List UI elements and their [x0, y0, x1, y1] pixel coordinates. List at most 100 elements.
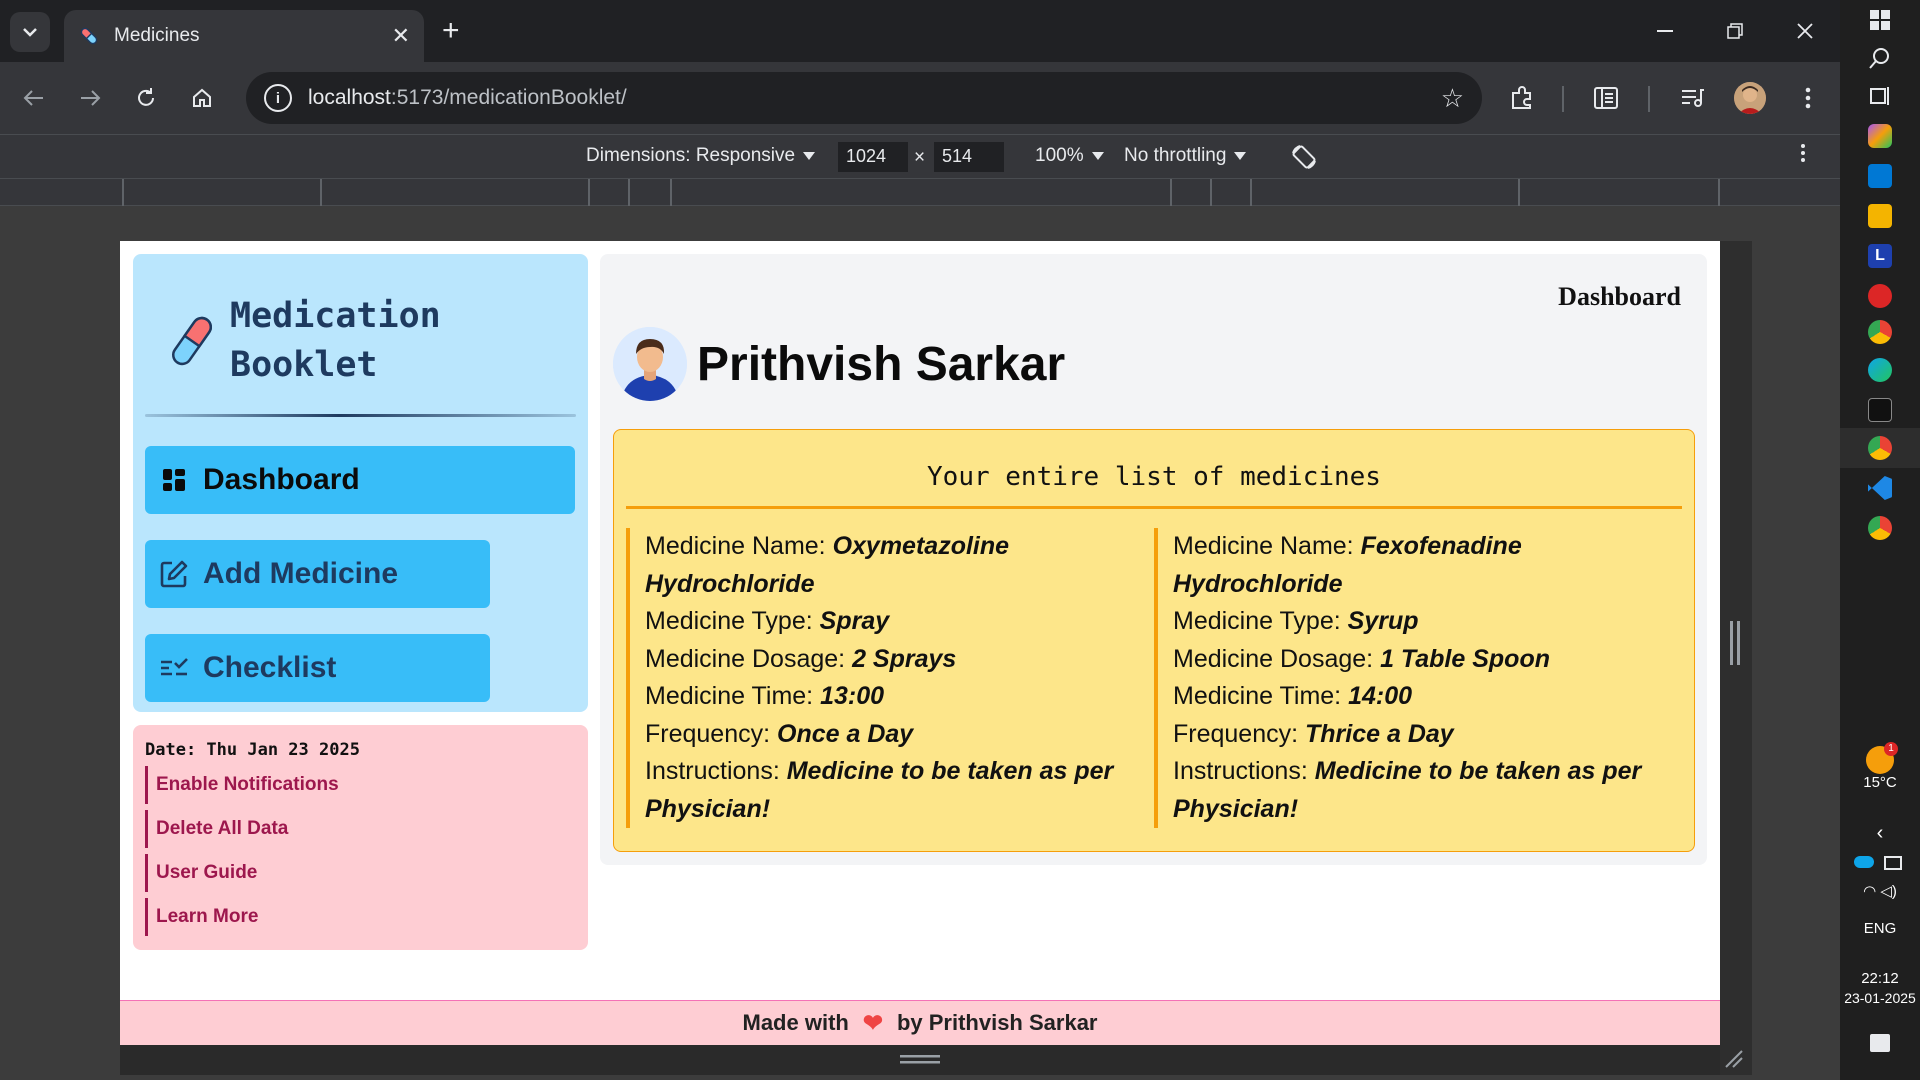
- medicine-card[interactable]: Medicine Name: Oxymetazoline Hydrochlori…: [626, 528, 1126, 828]
- back-button[interactable]: [16, 80, 52, 116]
- clock-time[interactable]: 22:12: [1840, 970, 1920, 987]
- app-red-icon[interactable]: [1868, 284, 1892, 308]
- medicine-type-row: Medicine Type: Syrup: [1173, 607, 1419, 635]
- rotate-icon[interactable]: [1290, 143, 1318, 171]
- minimize-button[interactable]: [1630, 0, 1700, 62]
- tab-search-button[interactable]: [10, 12, 50, 52]
- os-taskbar: L 1 15°C ‹ ◠ ◁) ENG 22:12 23-01-2025: [1840, 0, 1920, 1080]
- dashboard-icon: [159, 465, 189, 495]
- restore-button[interactable]: [1700, 0, 1770, 62]
- forward-button[interactable]: [72, 80, 108, 116]
- outlook-icon[interactable]: [1868, 164, 1892, 188]
- medicine-type-row: Medicine Type: Spray: [645, 607, 890, 635]
- dimension-separator: ×: [914, 147, 926, 168]
- sidebar-utility-panel: Date: Thu Jan 23 2025 Enable Notificatio…: [133, 725, 588, 950]
- heart-icon: ❤: [862, 1009, 883, 1037]
- network-volume-icon[interactable]: ◠ ◁): [1840, 882, 1920, 900]
- viewport-width-input[interactable]: 1024: [838, 142, 908, 172]
- close-icon: [1797, 23, 1813, 39]
- bookmark-star-icon[interactable]: ☆: [1441, 83, 1464, 114]
- medicine-frequency-row: Frequency: Thrice a Day: [1173, 719, 1454, 748]
- medicine-card[interactable]: Medicine Name: Fexofenadine Hydrochlorid…: [1154, 528, 1654, 828]
- terminal-icon[interactable]: [1868, 398, 1892, 422]
- chrome-profile-icon[interactable]: [1868, 516, 1892, 540]
- clock-date[interactable]: 23-01-2025: [1840, 990, 1920, 1006]
- page-title: Dashboard: [1558, 282, 1681, 311]
- windows-start-icon[interactable]: [1868, 8, 1892, 32]
- notification-center-icon[interactable]: [1870, 1034, 1890, 1052]
- close-window-button[interactable]: [1770, 0, 1840, 62]
- address-bar[interactable]: i localhost:5173/medicationBooklet/ ☆: [246, 72, 1482, 124]
- chevron-down-icon: [23, 28, 37, 37]
- medicine-frequency-row: Frequency: Once a Day: [645, 719, 914, 748]
- enable-notifications-link[interactable]: Enable Notifications: [145, 766, 576, 804]
- checklist-icon: [159, 653, 189, 683]
- sidebar-item-checklist[interactable]: Checklist: [145, 634, 490, 702]
- resize-corner-icon[interactable]: [1724, 1049, 1744, 1069]
- learn-more-link[interactable]: Learn More: [145, 898, 576, 936]
- site-info-icon[interactable]: i: [264, 84, 292, 112]
- sidebar-item-add-medicine[interactable]: Add Medicine: [145, 540, 490, 608]
- onedrive-icon[interactable]: [1854, 856, 1874, 868]
- extensions-icon[interactable]: [1506, 82, 1538, 114]
- search-icon[interactable]: [1868, 46, 1892, 70]
- copilot-icon[interactable]: [1868, 124, 1892, 148]
- chevron-left-icon[interactable]: ‹: [1840, 822, 1920, 845]
- home-button[interactable]: [184, 80, 220, 116]
- zoom-select[interactable]: 100%: [1035, 145, 1104, 167]
- viewport-resize-handle-right[interactable]: [1720, 241, 1752, 1075]
- sidebar-item-dashboard[interactable]: Dashboard: [145, 446, 575, 514]
- notification-badge: 1: [1884, 742, 1898, 756]
- viewport-resize-handle-bottom[interactable]: [120, 1045, 1743, 1075]
- tab-title: Medicines: [114, 25, 200, 46]
- browser-menu-icon[interactable]: [1792, 82, 1824, 114]
- arrow-right-icon: [81, 90, 101, 106]
- medicine-list-title: Your entire list of medicines: [626, 462, 1682, 509]
- devtools-device-toolbar: Dimensions: Responsive 1024 × 514 100% N…: [0, 134, 1840, 178]
- medicine-instructions-row: Instructions: Medicine to be taken as pe…: [1173, 757, 1642, 823]
- reading-list-icon[interactable]: [1590, 82, 1622, 114]
- browser-tabstrip: Medicines ✕ +: [0, 0, 1840, 62]
- media-query-ruler: [0, 178, 1840, 207]
- medicine-instructions-row: Instructions: Medicine to be taken as pe…: [645, 757, 1114, 823]
- edge-icon[interactable]: [1868, 358, 1892, 382]
- close-tab-icon[interactable]: ✕: [392, 23, 410, 49]
- task-view-icon[interactable]: [1868, 84, 1892, 108]
- url-text[interactable]: localhost:5173/medicationBooklet/: [308, 86, 1441, 110]
- user-header: Prithvish Sarkar: [613, 327, 1065, 401]
- delete-all-data-link[interactable]: Delete All Data: [145, 810, 576, 848]
- page-footer: Made with ❤ by Prithvish Sarkar: [120, 1000, 1720, 1045]
- medicine-dosage-row: Medicine Dosage: 2 Sprays: [645, 644, 957, 673]
- media-controls-icon[interactable]: [1676, 82, 1708, 114]
- viewport-height-input[interactable]: 514: [934, 142, 1004, 172]
- sidebar-item-label: Dashboard: [203, 463, 360, 496]
- home-icon: [193, 88, 211, 107]
- dimensions-select[interactable]: Dimensions: Responsive: [586, 145, 816, 167]
- restore-icon: [1727, 23, 1743, 39]
- user-guide-link[interactable]: User Guide: [145, 854, 576, 892]
- medicine-name-row: Medicine Name: Oxymetazoline Hydrochlori…: [645, 532, 1010, 598]
- chrome-icon[interactable]: [1868, 320, 1892, 344]
- medicine-time: 14:00: [1348, 682, 1413, 710]
- new-tab-button[interactable]: +: [442, 14, 460, 48]
- chrome-active-icon[interactable]: [1868, 436, 1892, 460]
- medicine-list-panel: Your entire list of medicines Medicine N…: [613, 429, 1695, 852]
- medicine-dosage-row: Medicine Dosage: 1 Table Spoon: [1173, 644, 1550, 673]
- medicine-type: Syrup: [1347, 607, 1419, 635]
- throttling-select[interactable]: No throttling: [1124, 145, 1247, 167]
- app-page: Medication Booklet Dashboard Add Medicin…: [120, 241, 1720, 1045]
- minimize-icon: [1657, 30, 1673, 32]
- medicine-frequency: Once a Day: [777, 719, 914, 748]
- reload-button[interactable]: [128, 80, 164, 116]
- browser-tab[interactable]: Medicines ✕: [64, 10, 424, 62]
- profile-avatar[interactable]: [1734, 82, 1766, 114]
- defender-icon[interactable]: [1884, 856, 1902, 870]
- app-l-icon[interactable]: L: [1868, 244, 1892, 268]
- browser-toolbar: i localhost:5173/medicationBooklet/ ☆: [0, 62, 1840, 134]
- user-name: Prithvish Sarkar: [697, 337, 1066, 391]
- language-indicator[interactable]: ENG: [1840, 920, 1920, 937]
- brand: Medication Booklet: [168, 292, 441, 390]
- file-explorer-icon[interactable]: [1868, 204, 1892, 228]
- device-toolbar-menu-icon[interactable]: [1800, 143, 1806, 163]
- vscode-icon[interactable]: [1868, 476, 1892, 500]
